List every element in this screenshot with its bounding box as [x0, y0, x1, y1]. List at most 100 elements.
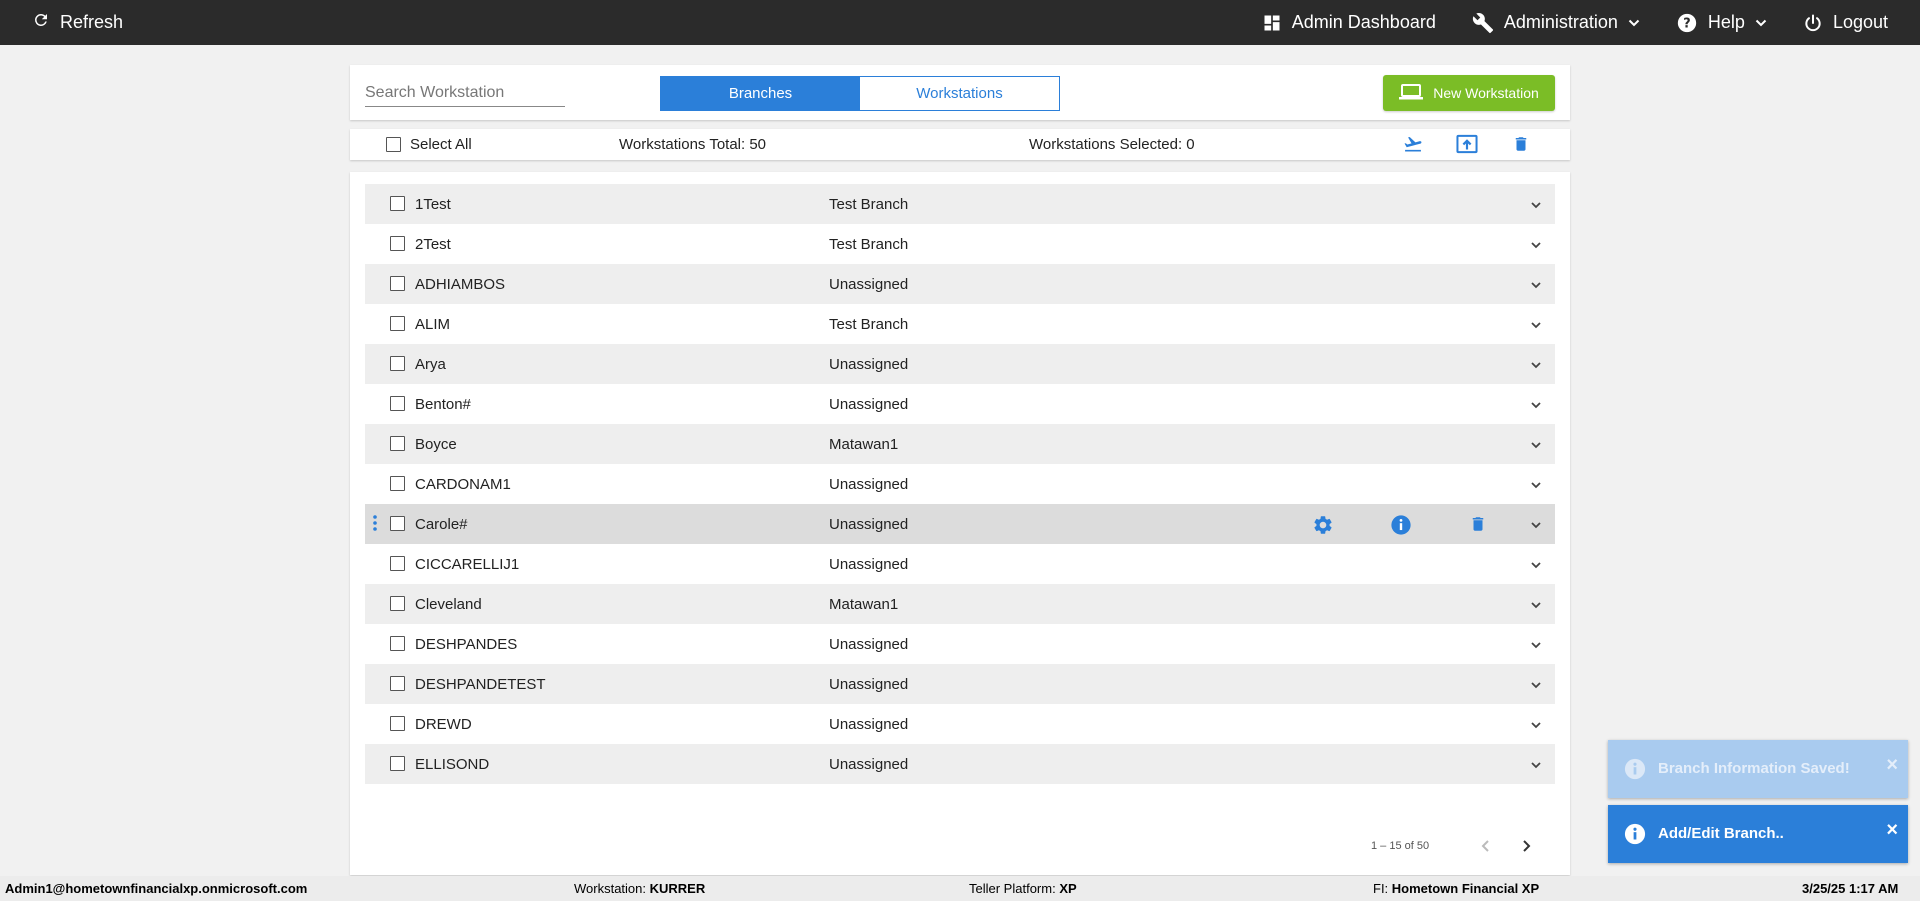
workstation-branch: Unassigned: [829, 676, 909, 693]
select-all-checkbox[interactable]: [386, 137, 401, 152]
tab-workstations[interactable]: Workstations: [860, 77, 1059, 110]
workstation-branch: Unassigned: [829, 756, 909, 773]
logout-button[interactable]: Logout: [1803, 12, 1888, 33]
workstation-branch: Unassigned: [829, 356, 909, 373]
chevron-down-icon[interactable]: [1529, 598, 1543, 616]
workstation-name: DREWD: [415, 716, 472, 733]
toolbar-panel: Branches Workstations New Workstation: [350, 65, 1570, 120]
close-icon[interactable]: ×: [1886, 755, 1898, 775]
power-icon: [1803, 13, 1823, 33]
workstation-branch: Test Branch: [829, 316, 909, 333]
table-row[interactable]: CARDONAM1 Unassigned: [365, 464, 1555, 504]
row-checkbox[interactable]: [390, 556, 405, 571]
laptop-icon: [1399, 83, 1424, 103]
workstations-selected: Workstations Selected: 0: [1029, 136, 1195, 153]
chevron-down-icon[interactable]: [1529, 718, 1543, 736]
workstation-name: ELLISOND: [415, 756, 490, 773]
chevron-down-icon[interactable]: [1529, 638, 1543, 656]
chevron-down-icon[interactable]: [1529, 398, 1543, 416]
workstation-branch: Test Branch: [829, 196, 909, 213]
workstation-branch: Unassigned: [829, 556, 909, 573]
table-row[interactable]: Carole# Unassigned: [365, 504, 1555, 544]
workstation-list: 1Test Test Branch 2Test Test Branch ADHIAMBO…: [365, 184, 1555, 784]
top-nav: Admin Dashboard Administration ? Help Lo…: [1262, 0, 1888, 45]
chevron-down-icon[interactable]: [1529, 438, 1543, 456]
table-row[interactable]: ELLISOND Unassigned: [365, 744, 1555, 784]
admin-dashboard-link[interactable]: Admin Dashboard: [1262, 12, 1436, 33]
toast-text: Branch Information Saved!: [1658, 760, 1850, 777]
row-checkbox[interactable]: [390, 636, 405, 651]
flight-takeoff-icon[interactable]: [1402, 134, 1424, 158]
tab-branches[interactable]: Branches: [661, 77, 860, 110]
next-page-button[interactable]: [1518, 838, 1534, 859]
row-checkbox[interactable]: [390, 716, 405, 731]
previous-page-button[interactable]: [1478, 838, 1494, 859]
table-row[interactable]: DESHPANDES Unassigned: [365, 624, 1555, 664]
table-row[interactable]: Arya Unassigned: [365, 344, 1555, 384]
search-input[interactable]: [365, 79, 565, 107]
select-all[interactable]: Select All: [386, 136, 472, 153]
chevron-down-icon[interactable]: [1529, 558, 1543, 576]
trash-icon[interactable]: [1469, 514, 1487, 538]
administration-menu[interactable]: Administration: [1472, 12, 1640, 34]
chevron-down-icon[interactable]: [1529, 478, 1543, 496]
view-toggle: Branches Workstations: [660, 76, 1060, 111]
table-row[interactable]: DESHPANDETEST Unassigned: [365, 664, 1555, 704]
refresh-button[interactable]: Refresh: [32, 0, 123, 45]
upload-icon[interactable]: [1456, 134, 1478, 158]
top-bar: Refresh Admin Dashboard Administration ?…: [0, 0, 1920, 45]
status-platform-value: XP: [1059, 881, 1077, 896]
chevron-down-icon: [1755, 17, 1767, 29]
table-row[interactable]: Cleveland Matawan1: [365, 584, 1555, 624]
table-row[interactable]: ADHIAMBOS Unassigned: [365, 264, 1555, 304]
table-row[interactable]: Benton# Unassigned: [365, 384, 1555, 424]
kebab-menu-icon[interactable]: [373, 515, 377, 535]
chevron-down-icon[interactable]: [1529, 518, 1543, 536]
row-checkbox[interactable]: [390, 276, 405, 291]
workstation-branch: Unassigned: [829, 716, 909, 733]
row-checkbox[interactable]: [390, 316, 405, 331]
row-checkbox[interactable]: [390, 396, 405, 411]
row-checkbox[interactable]: [390, 476, 405, 491]
settings-gear-icon[interactable]: [1312, 514, 1334, 540]
row-checkbox[interactable]: [390, 196, 405, 211]
status-bar: Admin1@hometownfinancialxp.onmicrosoft.c…: [0, 876, 1920, 901]
chevron-down-icon[interactable]: [1529, 318, 1543, 336]
row-checkbox[interactable]: [390, 236, 405, 251]
chevron-down-icon[interactable]: [1529, 758, 1543, 776]
chevron-down-icon[interactable]: [1529, 238, 1543, 256]
new-workstation-label: New Workstation: [1433, 85, 1539, 101]
chevron-down-icon[interactable]: [1529, 198, 1543, 216]
info-icon[interactable]: [1390, 514, 1412, 540]
workstation-name: Cleveland: [415, 596, 482, 613]
toast-text: Add/Edit Branch..: [1658, 825, 1784, 842]
table-row[interactable]: 1Test Test Branch: [365, 184, 1555, 224]
help-menu[interactable]: ? Help: [1676, 12, 1767, 34]
workstation-name: ALIM: [415, 316, 451, 333]
row-checkbox[interactable]: [390, 356, 405, 371]
row-checkbox[interactable]: [390, 756, 405, 771]
status-platform-label: Teller Platform:: [969, 881, 1060, 896]
table-row[interactable]: 2Test Test Branch: [365, 224, 1555, 264]
new-workstation-button[interactable]: New Workstation: [1383, 75, 1555, 111]
status-datetime: 3/25/25 1:17 AM: [1802, 881, 1899, 896]
table-row[interactable]: ALIM Test Branch: [365, 304, 1555, 344]
table-row[interactable]: DREWD Unassigned: [365, 704, 1555, 744]
table-row[interactable]: CICCARELLIJ1 Unassigned: [365, 544, 1555, 584]
row-checkbox[interactable]: [390, 596, 405, 611]
workstation-name: CICCARELLIJ1: [415, 556, 520, 573]
status-fi: FI: Hometown Financial XP: [1373, 881, 1539, 896]
row-checkbox[interactable]: [390, 676, 405, 691]
trash-icon[interactable]: [1512, 134, 1530, 158]
close-icon[interactable]: ×: [1886, 820, 1898, 840]
chevron-down-icon[interactable]: [1529, 678, 1543, 696]
svg-text:?: ?: [1683, 16, 1690, 31]
table-row[interactable]: Boyce Matawan1: [365, 424, 1555, 464]
row-checkbox[interactable]: [390, 516, 405, 531]
chevron-down-icon[interactable]: [1529, 278, 1543, 296]
chevron-down-icon[interactable]: [1529, 358, 1543, 376]
row-checkbox[interactable]: [390, 436, 405, 451]
workstation-branch: Unassigned: [829, 476, 909, 493]
workstation-list-panel: 1Test Test Branch 2Test Test Branch ADHIAMBO…: [350, 172, 1570, 875]
workstation-branch: Unassigned: [829, 276, 909, 293]
